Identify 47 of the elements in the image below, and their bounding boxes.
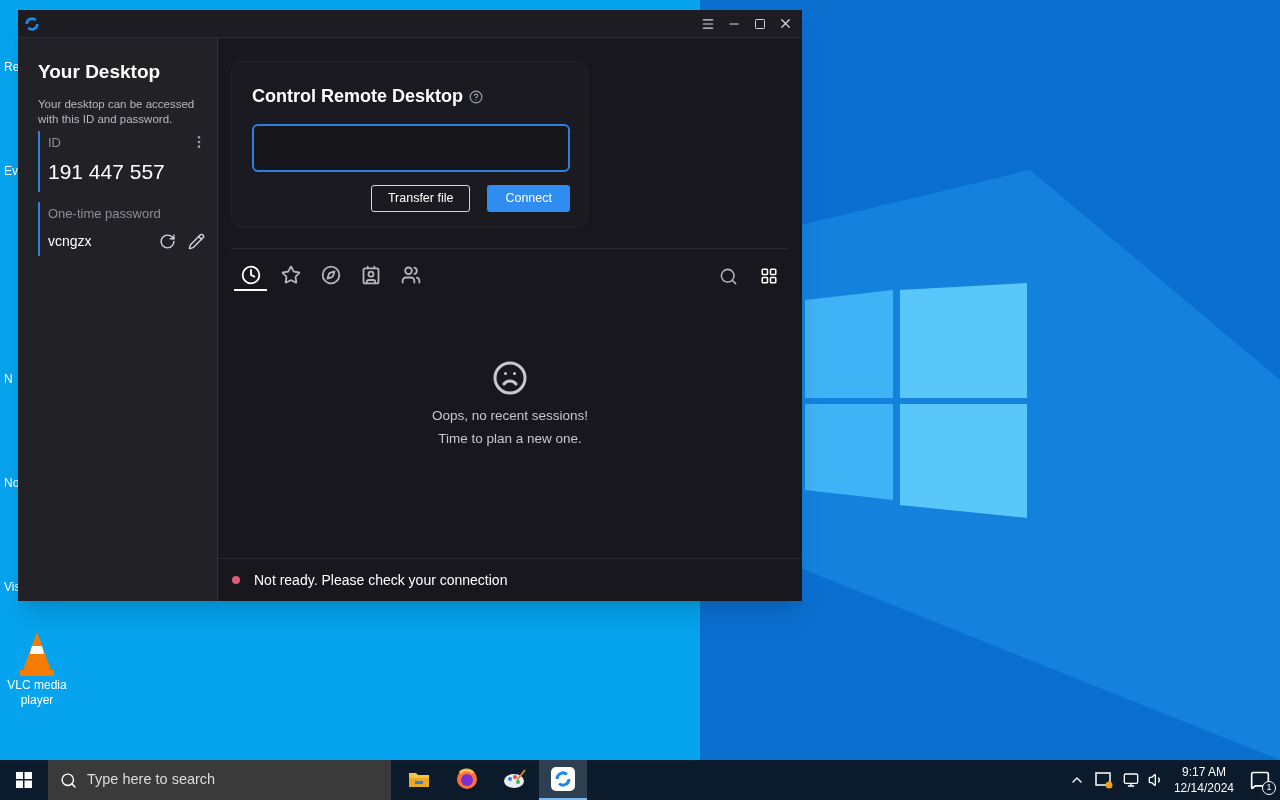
- palette-icon: [503, 768, 527, 790]
- sidebar-title: Your Desktop: [38, 60, 162, 84]
- password-value: vcngzx: [48, 232, 93, 251]
- compass-icon: [320, 265, 341, 285]
- grid-view-icon[interactable]: [760, 267, 778, 285]
- app-logo-icon: [551, 767, 575, 791]
- search-icon[interactable]: [719, 266, 738, 286]
- search-icon: [60, 771, 77, 789]
- empty-message: Time to plan a new one.: [438, 429, 582, 448]
- people-icon: [400, 265, 421, 285]
- folder-icon: [408, 770, 430, 788]
- app-logo-icon: [23, 14, 41, 33]
- search-input[interactable]: Type here to search: [87, 769, 337, 791]
- sync-icon[interactable]: [1094, 771, 1113, 789]
- maximize-icon[interactable]: [754, 17, 766, 30]
- close-icon[interactable]: [778, 16, 793, 31]
- traffic-cone-icon[interactable]: [17, 630, 57, 678]
- star-icon: [280, 265, 301, 285]
- clock-icon: [240, 265, 261, 285]
- contact-card-icon: [360, 265, 381, 285]
- connect-button[interactable]: Connect: [487, 185, 570, 212]
- notifications-icon[interactable]: [1250, 770, 1270, 790]
- network-icon[interactable]: [1122, 772, 1139, 788]
- sidebar-description: Your desktop can be accessed with this ID and password.: [38, 96, 196, 127]
- empty-message: Oops, no recent sessions!: [431, 407, 589, 426]
- menu-icon[interactable]: [701, 16, 715, 31]
- refresh-icon[interactable]: [159, 233, 176, 250]
- id-label: ID: [48, 133, 61, 152]
- desktop-icon-label[interactable]: Re: [4, 58, 20, 76]
- windows-icon: [16, 772, 32, 788]
- id-value: 191 447 557: [48, 159, 166, 185]
- clock[interactable]: 9:17 AM 12/14/2024: [1173, 764, 1234, 796]
- edit-icon[interactable]: [188, 233, 205, 250]
- browser-icon: [456, 768, 478, 790]
- help-icon[interactable]: [469, 89, 484, 104]
- transfer-file-button[interactable]: Transfer file: [370, 185, 471, 212]
- notification-count: 1: [1262, 781, 1276, 795]
- status-text: Not ready. Please check your connection: [254, 570, 508, 590]
- taskbar-search-field[interactable]: Type here to search: [48, 760, 391, 800]
- desktop-icon-label[interactable]: N: [4, 370, 13, 388]
- remote-id-field[interactable]: [252, 124, 570, 172]
- password-label: One-time password: [48, 204, 162, 223]
- desktop-icon-label[interactable]: VLC media player: [6, 678, 68, 708]
- taskbar-app[interactable]: [539, 760, 587, 800]
- sad-face-icon: [492, 360, 528, 397]
- card-title: Control Remote Desktop: [252, 85, 464, 108]
- desktop-icon-label[interactable]: Ev: [4, 162, 18, 180]
